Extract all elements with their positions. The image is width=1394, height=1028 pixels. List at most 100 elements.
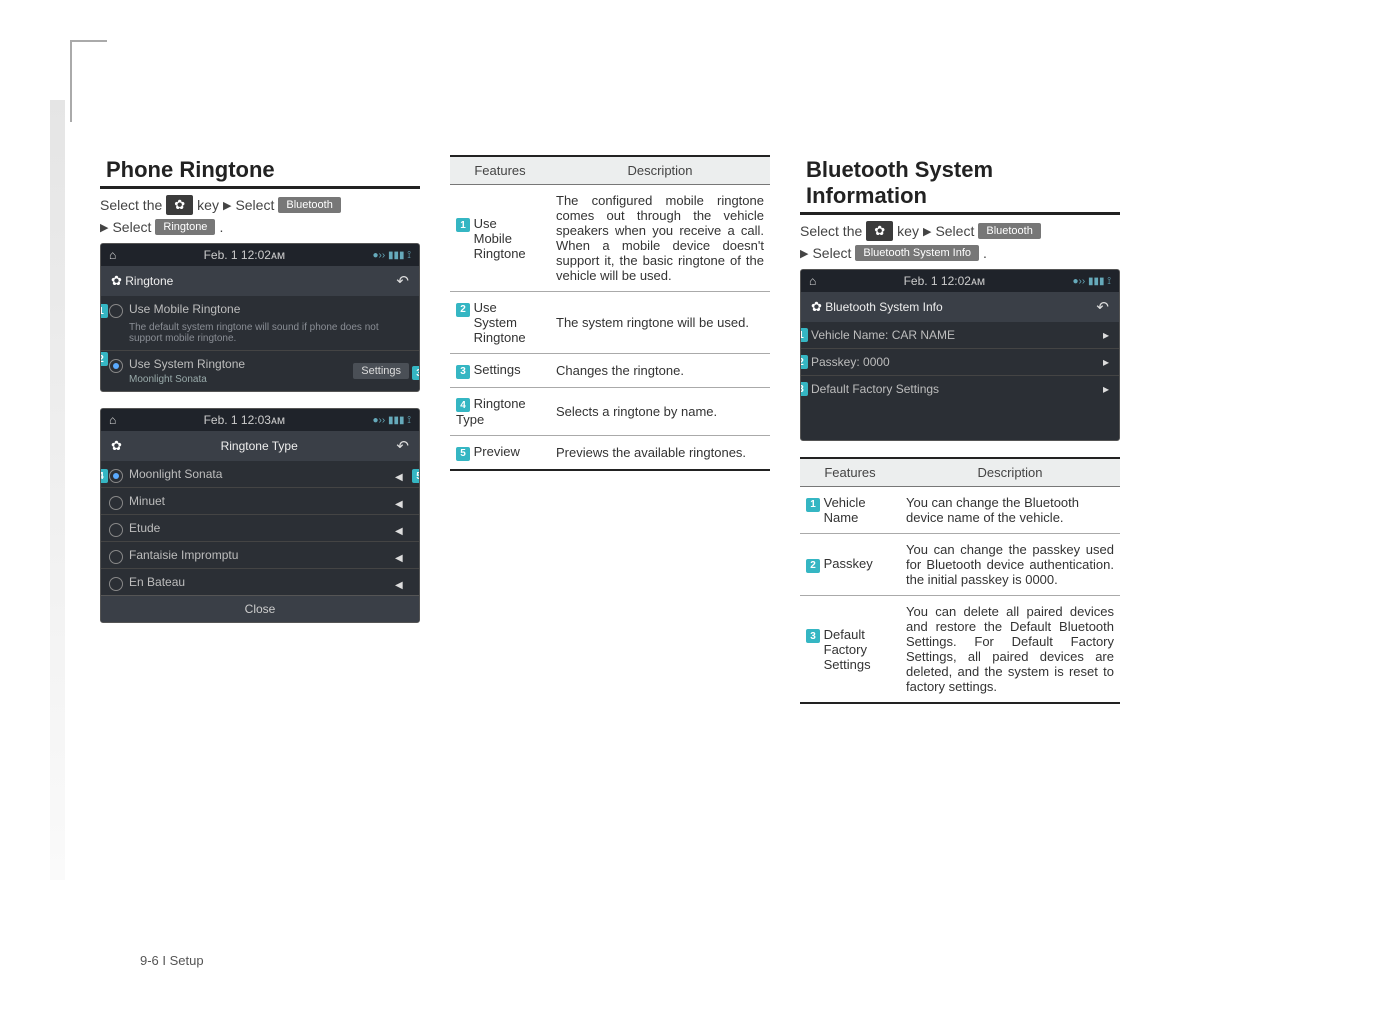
option-note: The default system ringtone will sound i… xyxy=(101,322,419,350)
num-2: 2 xyxy=(806,559,820,573)
preview-icon[interactable] xyxy=(395,523,409,533)
txt-select: Select xyxy=(112,219,151,235)
close-button[interactable]: Close xyxy=(101,595,419,622)
arrow-icon: ▶ xyxy=(923,225,931,238)
radio-icon xyxy=(109,304,123,318)
manual-page: Phone Ringtone Select the ✿ key ▶ Select… xyxy=(0,0,1394,1028)
bt-sys-info-pill[interactable]: Bluetooth System Info xyxy=(855,245,979,261)
use-mobile-ringtone-option[interactable]: Use Mobile Ringtone xyxy=(101,296,419,322)
ringtone-item-4[interactable]: Fantaisie Impromptu xyxy=(101,541,419,568)
settings-key-button[interactable]: ✿ xyxy=(866,221,893,241)
bluetooth-pill[interactable]: Bluetooth xyxy=(978,223,1040,239)
bluetooth-pill[interactable]: Bluetooth xyxy=(278,197,340,213)
row-label: Passkey: 0000 xyxy=(811,355,890,369)
gear-icon: ✿ xyxy=(174,197,185,213)
table-row: 3 Default Factory SettingsYou can delete… xyxy=(800,596,1120,704)
settings-key-button[interactable]: ✿ xyxy=(166,195,193,215)
preview-icon[interactable] xyxy=(395,496,409,506)
ringtone-name: Moonlight Sonata xyxy=(129,467,222,481)
screen-title: Ringtone xyxy=(125,274,173,288)
vehicle-name-row[interactable]: Vehicle Name: CAR NAME ▸ xyxy=(801,322,1119,348)
radio-icon xyxy=(109,550,123,564)
preview-icon[interactable] xyxy=(395,577,409,587)
ringtone-item-5[interactable]: En Bateau xyxy=(101,568,419,595)
ringtone-settings-button[interactable]: Settings xyxy=(353,363,409,379)
th-features: Features xyxy=(450,156,550,185)
back-icon[interactable]: ↶ xyxy=(396,272,409,290)
row-label: Vehicle Name: CAR NAME xyxy=(811,328,955,342)
current-ringtone-label: Moonlight Sonata xyxy=(129,374,207,385)
arrow-icon: ▶ xyxy=(800,247,808,260)
th-description: Description xyxy=(550,156,770,185)
chevron-right-icon: ▸ xyxy=(1103,328,1109,342)
ringtone-type-screenshot: 4 5 ⌂ Feb. 1 12:03ᴀᴍ ●›› ▮▮▮ ⟟ ✿ Rington… xyxy=(100,408,420,623)
preview-icon[interactable] xyxy=(395,469,409,479)
num-3: 3 xyxy=(806,629,820,643)
radio-icon xyxy=(109,577,123,591)
txt-select: Select xyxy=(935,223,974,239)
passkey-row[interactable]: Passkey: 0000▸ xyxy=(801,348,1119,375)
home-icon[interactable]: ⌂ xyxy=(109,413,116,427)
back-icon[interactable]: ↶ xyxy=(1096,298,1109,316)
feature-name: Default Factory Settings xyxy=(824,627,871,672)
ringtone-item-1[interactable]: Moonlight Sonata xyxy=(101,461,419,487)
feature-desc: Selects a ringtone by name. xyxy=(550,387,770,436)
bt-system-info-screenshot: 1 2 3 ⌂ Feb. 1 12:02ᴀᴍ ●›› ▮▮▮ ⟟ ✿ Bluet… xyxy=(800,269,1120,441)
num-4: 4 xyxy=(456,398,470,412)
txt-select-the: Select the xyxy=(800,223,862,239)
feature-desc: Changes the ringtone. xyxy=(550,354,770,388)
page-corner-mark xyxy=(70,40,107,122)
phone-ringtone-title: Phone Ringtone xyxy=(100,155,420,189)
txt-key: key xyxy=(197,197,219,213)
feature-desc: The system ringtone will be used. xyxy=(550,292,770,354)
chevron-right-icon: ▸ xyxy=(1103,382,1109,396)
gear-icon: ✿ xyxy=(874,223,885,239)
feature-desc: You can change the Bluetooth device name… xyxy=(900,487,1120,534)
ringtone-pill[interactable]: Ringtone xyxy=(155,219,215,235)
feature-name: Use System Ringtone xyxy=(474,300,526,345)
feature-name: Use Mobile Ringtone xyxy=(474,216,526,261)
status-icons: ●›› ▮▮▮ ⟟ xyxy=(373,415,412,426)
table-row: 3 SettingsChanges the ringtone. xyxy=(450,354,770,388)
feature-name: Preview xyxy=(474,444,520,459)
option-label: Use System Ringtone xyxy=(129,357,245,371)
preview-icon[interactable] xyxy=(395,550,409,560)
gear-icon: ✿ xyxy=(811,299,822,315)
feature-desc: You can change the passkey used for Blue… xyxy=(900,534,1120,596)
home-icon[interactable]: ⌂ xyxy=(109,248,116,262)
ringtone-screenshot: 1 2 3 ⌂ Feb. 1 12:02ᴀᴍ ●›› ▮▮▮ ⟟ ✿ Ringt… xyxy=(100,243,420,392)
ringtone-name: Etude xyxy=(129,521,160,535)
radio-icon xyxy=(109,523,123,537)
arrow-icon: ▶ xyxy=(223,199,231,212)
table-row: 2 PasskeyYou can change the passkey used… xyxy=(800,534,1120,596)
th-features: Features xyxy=(800,458,900,487)
default-factory-settings-row[interactable]: Default Factory Settings ▸ xyxy=(801,375,1119,402)
clock-label: Feb. 1 12:02ᴀᴍ xyxy=(904,274,986,288)
feature-name: Settings xyxy=(474,362,521,377)
feature-desc: Previews the available ringtones. xyxy=(550,436,770,470)
period: . xyxy=(219,219,223,235)
num-1: 1 xyxy=(456,218,470,232)
row-label: Default Factory Settings xyxy=(811,382,939,396)
col-phone-ringtone-table: FeaturesDescription 1 Use Mobile Rington… xyxy=(450,155,770,704)
radio-icon xyxy=(109,359,123,373)
txt-select: Select xyxy=(235,197,274,213)
ringtone-name: Minuet xyxy=(129,494,165,508)
num-1: 1 xyxy=(806,498,820,512)
back-icon[interactable]: ↶ xyxy=(396,437,409,455)
radio-icon xyxy=(109,496,123,510)
col-bluetooth-system-info: Bluetooth System Information Select the … xyxy=(800,155,1120,704)
table-row: 5 PreviewPreviews the available ringtone… xyxy=(450,436,770,470)
use-system-ringtone-option[interactable]: Use System Ringtone Moonlight Sonata Set… xyxy=(101,350,419,391)
bluetooth-system-info-title: Bluetooth System Information xyxy=(800,155,1120,215)
feature-desc: The configured mobile ringtone comes out… xyxy=(550,185,770,292)
bt-system-info-features-table: FeaturesDescription 1 Vehicle NameYou ca… xyxy=(800,457,1120,704)
clock-label: Feb. 1 12:03ᴀᴍ xyxy=(204,413,286,427)
phone-ringtone-features-table: FeaturesDescription 1 Use Mobile Rington… xyxy=(450,155,770,471)
table-row: 4 Ringtone TypeSelects a ringtone by nam… xyxy=(450,387,770,436)
page-footer: 9-6 I Setup xyxy=(140,953,204,968)
ringtone-item-2[interactable]: Minuet xyxy=(101,487,419,514)
home-icon[interactable]: ⌂ xyxy=(809,274,816,288)
txt-select: Select xyxy=(812,245,851,261)
ringtone-item-3[interactable]: Etude xyxy=(101,514,419,541)
